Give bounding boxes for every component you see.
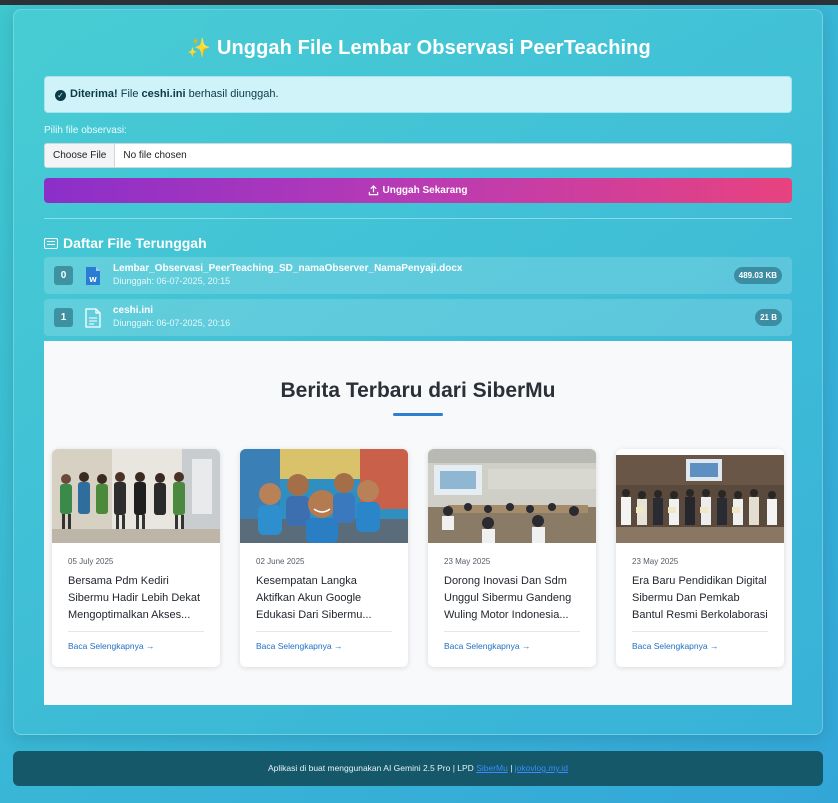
- success-alert: ✓ Diterima! File ceshi.ini berhasil diung…: [44, 76, 792, 113]
- file-size-badge: 489.03 KB: [733, 267, 782, 284]
- page-title-text: Unggah File Lembar Observasi PeerTeachin…: [216, 37, 651, 59]
- file-field-label: Pilih file observasi:: [44, 125, 127, 136]
- news-photo: [616, 449, 784, 543]
- news-title-underline: [393, 413, 443, 416]
- read-more-link[interactable]: Baca Selengkapnya →: [444, 641, 530, 651]
- file-list-heading-text: Daftar File Terunggah: [63, 235, 207, 251]
- read-more-link[interactable]: Baca Selengkapnya →: [68, 641, 154, 651]
- news-photo: [52, 449, 220, 543]
- file-list-heading: Daftar File Terunggah: [44, 235, 207, 251]
- news-date: 02 June 2025: [256, 557, 305, 566]
- news-card[interactable]: 02 June 2025 Kesempatan Langka Aktifkan …: [240, 449, 408, 667]
- file-upload-date: Diunggah: 06-07-2025, 20:15: [113, 276, 231, 286]
- news-date: 05 July 2025: [68, 557, 114, 566]
- upload-button[interactable]: Unggah Sekarang: [44, 178, 792, 203]
- news-card[interactable]: 23 May 2025 Era Baru Pendidikan Digital …: [616, 449, 784, 667]
- news-card-title[interactable]: Era Baru Pendidikan Digital Sibermu Dan …: [632, 573, 772, 624]
- news-title: Berita Terbaru dari SiberMu: [280, 379, 556, 402]
- file-name[interactable]: Lembar_Observasi_PeerTeaching_SD_namaObs…: [113, 263, 734, 275]
- alert-prefix: File: [117, 88, 142, 100]
- news-date: 23 May 2025: [444, 557, 491, 566]
- news-photo: [428, 449, 596, 543]
- footer-link-jokovlog[interactable]: jokovlog.my.id: [515, 763, 568, 773]
- footer: Aplikasi di buat menggunakan AI Gemini 2…: [13, 751, 823, 786]
- file-input[interactable]: Choose File No file chosen: [44, 143, 792, 168]
- news-date: 23 May 2025: [632, 557, 679, 566]
- card-divider: [68, 631, 204, 632]
- upload-icon: [369, 185, 379, 196]
- file-index-badge: 0: [54, 266, 73, 285]
- footer-link-sibermu[interactable]: SiberMu: [476, 763, 508, 773]
- file-row[interactable]: 1 ceshi.ini Diunggah: 06-07-2025, 20:16 …: [44, 299, 792, 336]
- news-section: Berita Terbaru dari SiberMu 05 July 2025…: [44, 341, 792, 705]
- svg-text:W: W: [89, 276, 97, 284]
- news-card[interactable]: 23 May 2025 Dorong Inovasi Dan Sdm Unggu…: [428, 449, 596, 667]
- file-upload-date: Diunggah: 06-07-2025, 20:16: [113, 318, 231, 328]
- card-divider: [632, 631, 768, 632]
- section-divider: [44, 218, 792, 219]
- footer-separator: |: [507, 763, 515, 773]
- browser-top-strip: [0, 0, 838, 5]
- list-icon: [44, 237, 58, 249]
- choose-file-button[interactable]: Choose File: [45, 144, 116, 167]
- news-photo: [240, 449, 408, 543]
- news-card-title[interactable]: Kesempatan Langka Aktifkan Akun Google E…: [256, 573, 396, 624]
- page-title: ✨ Unggah File Lembar Observasi PeerTeachi…: [0, 36, 838, 60]
- read-more-link[interactable]: Baca Selengkapnya →: [256, 641, 342, 651]
- read-more-link[interactable]: Baca Selengkapnya →: [632, 641, 718, 651]
- news-card-title[interactable]: Bersama Pdm Kediri Sibermu Hadir Lebih D…: [68, 573, 208, 624]
- check-circle-icon: ✓: [55, 90, 66, 101]
- sparkle-icon: ✨: [187, 38, 211, 59]
- file-row[interactable]: 0 W Lembar_Observasi_PeerTeaching_SD_nam…: [44, 257, 792, 294]
- alert-suffix: berhasil diunggah.: [185, 88, 279, 100]
- chosen-file-text: No file chosen: [123, 150, 187, 161]
- file-size-badge: 21 B: [755, 309, 782, 326]
- file-name[interactable]: ceshi.ini: [113, 305, 755, 317]
- file-index-badge: 1: [54, 308, 73, 327]
- word-file-icon: W: [85, 266, 101, 286]
- news-card[interactable]: 05 July 2025 Bersama Pdm Kediri Sibermu …: [52, 449, 220, 667]
- text-file-icon: [85, 307, 101, 328]
- upload-button-label: Unggah Sekarang: [382, 185, 468, 196]
- footer-text: Aplikasi di buat menggunakan AI Gemini 2…: [267, 763, 477, 773]
- card-divider: [256, 631, 392, 632]
- news-card-title[interactable]: Dorong Inovasi Dan Sdm Unggul Sibermu Ga…: [444, 573, 584, 624]
- alert-strong: Diterima!: [70, 88, 118, 100]
- card-divider: [444, 631, 580, 632]
- alert-filename: ceshi.ini: [141, 88, 186, 100]
